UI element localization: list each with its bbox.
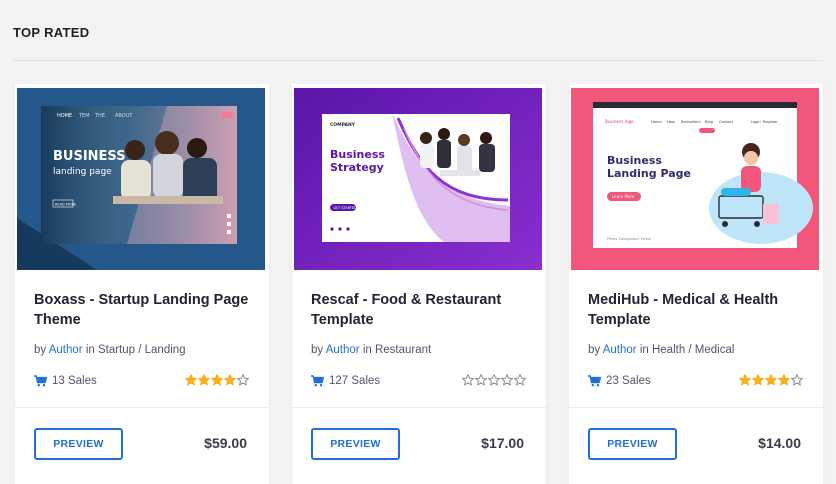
product-price: $17.00	[481, 435, 524, 451]
thumb-nav-item: THE	[94, 113, 105, 119]
cart-icon	[588, 375, 601, 387]
sales-count: 23 Sales	[588, 375, 651, 387]
cart-icon	[34, 375, 47, 387]
product-byline: by Author in Health / Medical	[588, 344, 734, 356]
star-filled-icon	[185, 374, 197, 386]
thumb-nav-item: Blog	[705, 120, 713, 124]
card-divider	[292, 407, 546, 408]
star-filled-icon	[739, 374, 751, 386]
star-rating	[739, 374, 803, 386]
product-thumbnail[interactable]: HOME TEM THE ABOUT BUSINESS landing page…	[17, 88, 265, 270]
in-label: in	[362, 344, 372, 356]
sales-count: 127 Sales	[311, 375, 380, 387]
sales-count: 13 Sales	[34, 375, 97, 387]
thumb-button: Learn More	[612, 194, 635, 199]
product-card-medihub: Business logo Home New Bestsellers Blog …	[569, 84, 823, 484]
star-empty-icon	[462, 374, 474, 386]
thumb-subheadline: landing page	[53, 167, 112, 177]
thumb-nav-item: Home	[651, 120, 662, 124]
product-title[interactable]: Rescaf - Food & Restaurant Template	[311, 290, 533, 330]
star-empty-icon	[475, 374, 487, 386]
section-divider	[13, 60, 823, 61]
thumb-button: GET STARTED	[334, 206, 358, 210]
thumb-button: READ MORE	[55, 203, 76, 207]
by-label: by	[34, 344, 47, 356]
section-title: TOP RATED	[13, 25, 90, 40]
thumb-nav-item: HOME	[57, 113, 72, 119]
preview-button[interactable]: PREVIEW	[588, 428, 677, 460]
thumb-brand: Business logo	[605, 119, 634, 124]
star-filled-icon	[778, 374, 790, 386]
thumb-headline: Business	[330, 148, 385, 161]
author-link[interactable]: Author	[49, 344, 83, 356]
card-divider	[569, 407, 823, 408]
star-rating	[462, 374, 526, 386]
author-link[interactable]: Author	[326, 344, 360, 356]
product-title[interactable]: Boxass - Startup Landing Page Theme	[34, 290, 256, 330]
category-link[interactable]: Startup / Landing	[98, 344, 186, 356]
product-thumbnail[interactable]: Business logo Home New Bestsellers Blog …	[571, 88, 819, 270]
category-link[interactable]: Restaurant	[375, 344, 431, 356]
card-divider	[15, 407, 269, 408]
in-label: in	[85, 344, 95, 356]
product-byline: by Author in Startup / Landing	[34, 344, 186, 356]
sales-label: 23 Sales	[606, 375, 651, 387]
thumbnail-boxass-image: HOME TEM THE ABOUT BUSINESS landing page…	[17, 88, 265, 270]
thumb-subheadline: Strategy	[330, 161, 384, 174]
thumb-nav-item: ABOUT	[115, 113, 133, 119]
thumb-nav-item: Bestsellers	[681, 120, 701, 124]
product-card-boxass: HOME TEM THE ABOUT BUSINESS landing page…	[15, 84, 269, 484]
thumb-nav-item: Contact	[719, 120, 734, 124]
thumb-headline: BUSINESS	[53, 149, 126, 164]
thumb-login: Login	[751, 120, 761, 124]
sales-label: 13 Sales	[52, 375, 97, 387]
star-empty-icon	[488, 374, 500, 386]
star-empty-icon	[237, 374, 249, 386]
product-price: $14.00	[758, 435, 801, 451]
sales-label: 127 Sales	[329, 375, 381, 387]
thumb-footer: Prices, Designated, Media	[607, 237, 651, 241]
thumb-subheadline: Landing Page	[607, 167, 691, 180]
star-filled-icon	[224, 374, 236, 386]
preview-button[interactable]: PREVIEW	[34, 428, 123, 460]
star-filled-icon	[765, 374, 777, 386]
thumbnail-rescaf-image: COMPANY Business Strategy GET STARTED	[294, 88, 542, 270]
author-link[interactable]: Author	[603, 344, 637, 356]
star-empty-icon	[791, 374, 803, 386]
product-title[interactable]: MediHub - Medical & Health Template	[588, 290, 810, 330]
thumb-nav-item: New	[667, 120, 675, 124]
by-label: by	[588, 344, 601, 356]
preview-button[interactable]: PREVIEW	[311, 428, 400, 460]
thumb-headline: Business	[607, 154, 662, 167]
thumbnail-medihub-image: Business logo Home New Bestsellers Blog …	[571, 88, 819, 270]
product-thumbnail[interactable]: COMPANY Business Strategy GET STARTED	[294, 88, 542, 270]
by-label: by	[311, 344, 324, 356]
star-rating	[185, 374, 249, 386]
star-filled-icon	[198, 374, 210, 386]
thumb-register: Register	[763, 120, 778, 124]
thumb-nav-item: TEM	[78, 113, 90, 119]
product-byline: by Author in Restaurant	[311, 344, 431, 356]
star-filled-icon	[211, 374, 223, 386]
star-empty-icon	[501, 374, 513, 386]
star-empty-icon	[514, 374, 526, 386]
in-label: in	[639, 344, 649, 356]
category-link[interactable]: Health / Medical	[652, 344, 734, 356]
product-price: $59.00	[204, 435, 247, 451]
thumb-brand: COMPANY	[330, 122, 356, 128]
star-filled-icon	[752, 374, 764, 386]
product-card-rescaf: COMPANY Business Strategy GET STARTED Re…	[292, 84, 546, 484]
cart-icon	[311, 375, 324, 387]
